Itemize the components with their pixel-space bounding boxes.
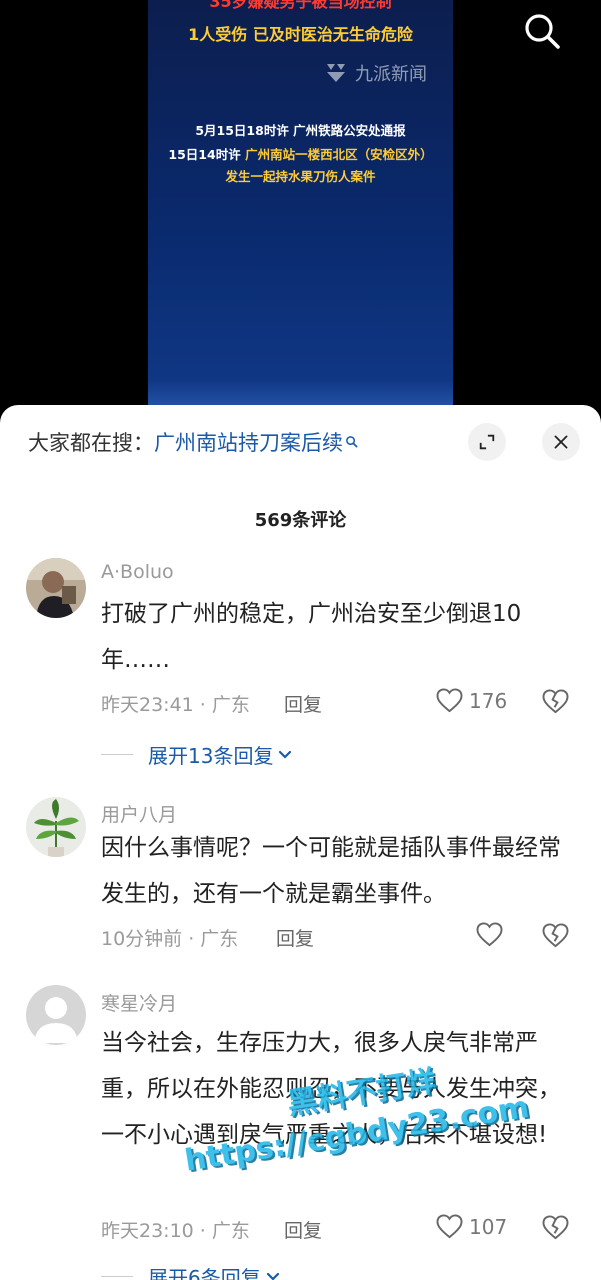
avatar[interactable]	[26, 558, 86, 618]
comment-meta: 10分钟前 · 广东	[101, 928, 239, 950]
like-button[interactable]	[476, 922, 503, 947]
dislike-button[interactable]	[542, 923, 569, 952]
comment-meta: 昨天23:41 · 广东	[101, 694, 250, 716]
like-count: 107	[469, 1214, 508, 1239]
comment-username[interactable]: 用户八月	[101, 800, 177, 827]
broken-heart-icon	[542, 923, 569, 948]
video-headline-top: 35岁嫌疑男子被当场控制	[209, 0, 392, 11]
close-button[interactable]	[542, 423, 580, 461]
heart-icon	[436, 688, 463, 713]
video-subtitle-2-prefix: 15日14时许	[168, 147, 246, 162]
video-headline: 1人受伤 已及时医治无生命危险	[188, 25, 413, 44]
video-player[interactable]: 35岁嫌疑男子被当场控制 1人受伤 已及时医治无生命危险 九派新闻 5月15日1…	[0, 0, 601, 420]
broken-heart-icon	[542, 1215, 569, 1240]
video-subtitle-2: 15日14时许 广州南站一楼西北区（安检区外）	[148, 144, 453, 163]
fullscreen-button[interactable]	[468, 423, 506, 461]
video-subtitle-1: 5月15日18时许 广州铁路公安处通报	[195, 123, 406, 138]
comment-meta: 昨天23:10 · 广东	[101, 1220, 250, 1242]
like-count: 176	[469, 688, 508, 713]
search-suggestion-prefix: 大家都在搜：	[28, 431, 154, 455]
like-button[interactable]: 176	[436, 688, 507, 713]
dislike-button[interactable]	[542, 689, 569, 718]
chevron-down-icon	[279, 750, 292, 759]
broken-heart-icon	[542, 689, 569, 714]
heart-icon	[476, 922, 503, 947]
expand-replies[interactable]: 展开13条回复	[101, 740, 293, 769]
comment-item: A·Boluo 打破了广州的稳定，广州治安至少倒退10年…… 昨天23:41 ·…	[0, 558, 601, 773]
video-subtitle-3: 发生一起持水果刀伤人案件	[225, 169, 376, 184]
divider	[101, 754, 133, 755]
like-button[interactable]: 107	[436, 1214, 507, 1239]
heart-icon	[436, 1214, 463, 1239]
comment-item: 用户八月 因什么事情呢？一个可能就是插队事件最经常发生的，还有一个就是霸坐事件。…	[0, 797, 601, 967]
search-suggestion-link[interactable]: 广州南站持刀案后续	[154, 431, 343, 455]
news-logo-icon	[327, 64, 345, 82]
dislike-button[interactable]	[542, 1215, 569, 1244]
search-button[interactable]	[521, 10, 563, 52]
comment-text: 因什么事情呢？一个可能就是插队事件最经常发生的，还有一个就是霸坐事件。	[101, 835, 561, 907]
expand-replies-label[interactable]: 展开13条回复	[148, 740, 273, 769]
avatar[interactable]	[26, 797, 86, 857]
search-suggestion[interactable]: 大家都在搜：广州南站持刀案后续	[28, 427, 358, 457]
search-icon	[525, 14, 560, 49]
divider	[101, 1276, 133, 1277]
video-subtitle-2-highlight: 广州南站一楼西北区（安检区外）	[245, 147, 433, 162]
expand-icon	[479, 434, 495, 450]
avatar[interactable]	[26, 985, 86, 1045]
news-logo: 九派新闻	[323, 60, 427, 86]
video-frame: 35岁嫌疑男子被当场控制 1人受伤 已及时医治无生命危险 九派新闻 5月15日1…	[148, 0, 453, 420]
chevron-down-icon	[266, 1272, 279, 1280]
small-search-icon	[345, 429, 358, 453]
expand-replies-label[interactable]: 展开6条回复	[148, 1262, 261, 1280]
expand-replies[interactable]: 展开6条回复	[101, 1262, 281, 1280]
news-logo-text: 九派新闻	[355, 64, 427, 85]
comment-username[interactable]: A·Boluo	[101, 561, 174, 583]
comment-text: 打破了广州的稳定，广州治安至少倒退10年……	[101, 601, 522, 673]
reply-button[interactable]: 回复	[284, 690, 322, 717]
close-icon	[554, 435, 568, 449]
reply-button[interactable]: 回复	[276, 924, 314, 951]
reply-button[interactable]: 回复	[284, 1216, 322, 1243]
comment-username[interactable]: 寒星冷月	[101, 989, 177, 1016]
comment-count: 569条评论	[254, 510, 347, 531]
